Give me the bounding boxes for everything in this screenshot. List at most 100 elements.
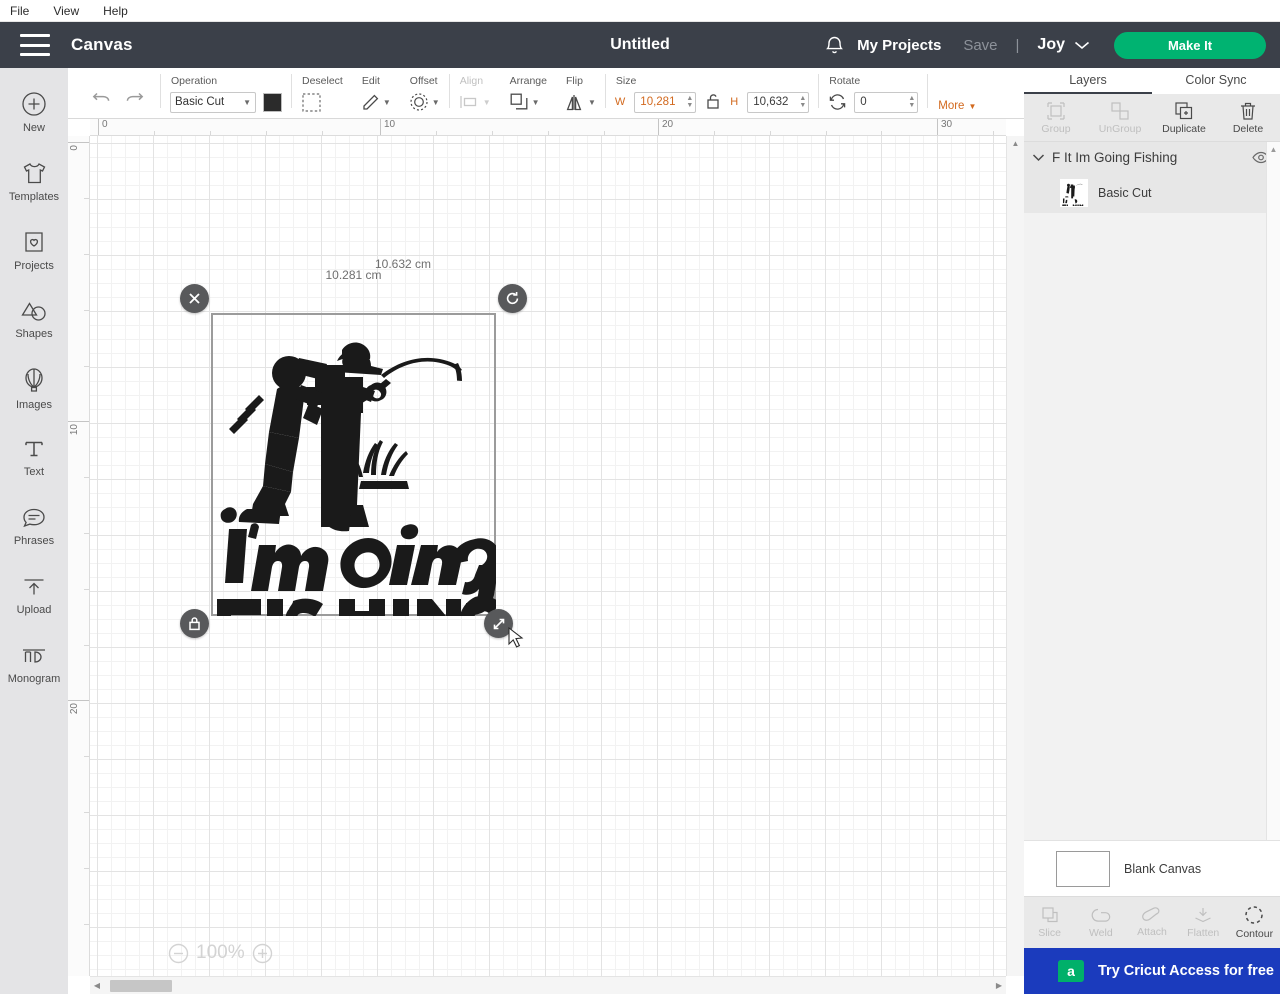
contour-button[interactable]: Contour	[1229, 897, 1280, 948]
sidebar-item-images[interactable]: Images	[0, 354, 68, 423]
duplicate-icon	[1175, 101, 1193, 119]
notification-bell-icon[interactable]	[817, 28, 851, 62]
sidebar-item-new[interactable]: New	[0, 78, 68, 147]
rotate-stepper[interactable]: ▲ ▼	[908, 95, 915, 109]
unlocked-padlock-icon	[707, 93, 719, 109]
ruler-tick-label: 0	[69, 145, 80, 151]
arrange-button[interactable]: ▼	[509, 92, 540, 112]
speech-bubble-icon	[23, 508, 45, 528]
resize-object-handle[interactable]	[484, 609, 513, 638]
canvas-background-label: Blank Canvas	[1124, 861, 1202, 876]
selected-object[interactable]: 10.281 cm	[180, 268, 527, 638]
width-input[interactable]: 10,281 ▲ ▼	[634, 91, 697, 113]
menu-help[interactable]: Help	[101, 3, 130, 19]
minus-circle-icon[interactable]	[168, 943, 189, 964]
sidebar-item-text[interactable]: Text	[0, 423, 68, 492]
canvas-area[interactable]: 0 10 20 30 0 10 20 10.281 cm 10.632 cm 1…	[68, 119, 1024, 994]
bop-label: Weld	[1088, 926, 1113, 939]
selection-width-label: 10.281 cm	[325, 268, 382, 282]
sidebar-item-projects[interactable]: Projects	[0, 216, 68, 285]
flip-group: Flip ▼	[556, 75, 605, 114]
offset-button[interactable]: ▼	[409, 92, 440, 112]
rotate-label: Rotate	[829, 75, 861, 87]
deselect-group: Deselect	[292, 75, 352, 114]
duplicate-button[interactable]: Duplicate	[1152, 94, 1216, 141]
height-stepper[interactable]: ▲ ▼	[799, 95, 806, 109]
flip-icon	[566, 94, 582, 110]
flip-button[interactable]: ▼	[565, 93, 596, 112]
width-stepper[interactable]: ▲ ▼	[686, 95, 693, 109]
redo-arrow-icon[interactable]	[125, 89, 144, 108]
flip-label: Flip	[565, 75, 583, 87]
layers-list: F It Im Going Fishing Basic Cut ▲	[1024, 142, 1280, 840]
edit-label: Edit	[361, 75, 380, 87]
delete-button[interactable]: Delete	[1216, 94, 1280, 141]
chevron-down-icon	[1074, 41, 1090, 50]
canvas-color-swatch[interactable]	[1056, 850, 1110, 887]
layers-scrollbar[interactable]: ▲	[1266, 142, 1280, 840]
more-button[interactable]: More ▼	[928, 100, 990, 114]
deselect-button[interactable]	[301, 92, 322, 113]
operation-select[interactable]: Basic Cut ▼	[170, 91, 256, 113]
chevron-down-icon: ▼	[587, 97, 596, 107]
rop-label: UnGroup	[1098, 122, 1142, 135]
horizontal-ruler: 0 10 20 30	[90, 119, 1006, 136]
align-label: Align	[459, 75, 484, 87]
bop-label: Slice	[1038, 927, 1061, 939]
rotate-object-handle[interactable]	[498, 284, 527, 313]
slice-button: Slice	[1024, 897, 1075, 948]
vertical-scrollbar[interactable]: ▲	[1006, 136, 1024, 976]
rotate-handle-icon	[506, 292, 519, 305]
shape-operations: Slice Weld Attach Flatten Contour	[1024, 896, 1280, 948]
offset-group: Offset ▼	[400, 75, 449, 114]
tab-color-sync[interactable]: Color Sync	[1152, 68, 1280, 94]
machine-selector[interactable]: Joy	[1037, 36, 1090, 54]
hot-air-balloon-icon	[25, 367, 43, 392]
plus-circle-icon[interactable]	[252, 943, 273, 964]
layer-child-name: Basic Cut	[1098, 186, 1152, 200]
operation-color-swatch[interactable]	[263, 92, 282, 112]
rotate-input[interactable]: 0 ▲ ▼	[854, 91, 919, 113]
lock-object-handle[interactable]	[180, 609, 209, 638]
sidebar-item-phrases[interactable]: Phrases	[0, 492, 68, 561]
edit-button[interactable]: ▼	[361, 93, 391, 112]
bop-label: Flatten	[1187, 927, 1220, 939]
make-it-button[interactable]: Make It	[1114, 31, 1266, 59]
canvas-background-row[interactable]: Blank Canvas	[1024, 840, 1280, 896]
undo-arrow-icon[interactable]	[92, 89, 111, 108]
layer-group-row[interactable]: F It Im Going Fishing	[1024, 142, 1280, 173]
height-input[interactable]: 10,632 ▲ ▼	[747, 91, 810, 113]
sidebar-item-monogram[interactable]: Monogram	[0, 630, 68, 699]
size-group: Size W 10,281 ▲ ▼ H 10,632 ▲ ▼	[606, 75, 818, 114]
horizontal-scrollbar[interactable]: ◀ ▶	[90, 976, 1006, 994]
triangle-up-icon[interactable]: ▲	[1012, 139, 1020, 148]
vertical-ruler: 0 10 20	[68, 136, 90, 976]
sidebar-item-upload[interactable]: Upload	[0, 561, 68, 630]
more-label: More	[938, 100, 965, 112]
menu-file[interactable]: File	[8, 3, 31, 19]
my-projects-link[interactable]: My Projects	[857, 37, 941, 54]
hamburger-menu-icon[interactable]	[20, 34, 50, 56]
triangle-left-icon[interactable]: ◀	[90, 981, 104, 990]
chevron-down-icon[interactable]	[1032, 153, 1045, 162]
sidebar-item-templates[interactable]: Templates	[0, 147, 68, 216]
sidebar-item-label: Templates	[8, 190, 60, 203]
lock-aspect-ratio-button[interactable]	[703, 92, 723, 113]
save-button[interactable]: Save	[963, 37, 997, 54]
rop-label: Delete	[1232, 122, 1264, 135]
tab-layers[interactable]: Layers	[1024, 68, 1152, 94]
menu-view[interactable]: View	[51, 3, 81, 19]
locked-padlock-icon	[189, 617, 200, 631]
scrollbar-thumb[interactable]	[110, 979, 172, 992]
triangle-right-icon[interactable]: ▶	[992, 981, 1006, 990]
rotate-icon[interactable]	[828, 93, 847, 111]
arrange-label: Arrange	[509, 75, 547, 87]
sidebar-item-shapes[interactable]: Shapes	[0, 285, 68, 354]
fishing-artwork[interactable]	[211, 313, 496, 616]
layer-child-row[interactable]: Basic Cut	[1024, 173, 1280, 213]
trash-icon	[1241, 102, 1255, 120]
delete-object-handle[interactable]	[180, 284, 209, 313]
cricut-access-promo[interactable]: a Try Cricut Access for free	[1024, 948, 1280, 994]
access-badge-icon: a	[1058, 960, 1084, 982]
layer-operations: Group UnGroup Duplicate Delete	[1024, 94, 1280, 142]
